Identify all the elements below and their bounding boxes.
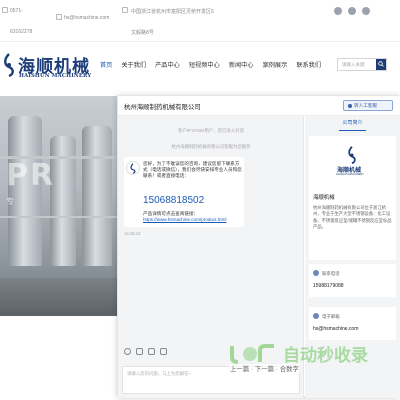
weibo-icon[interactable] [348,7,356,15]
email-icon [313,313,319,319]
contact-phone-value[interactable]: 15988179088 [313,283,344,289]
search-button[interactable] [376,59,386,70]
company-name: 海顺机械 [313,195,335,201]
hero-title: PR [6,158,56,193]
company-card: 海顺机械 HAISHUN MACHINERY 海顺机械 杭州海顺制药机械有限公司… [309,136,396,260]
transfer-human-button[interactable]: 转人工客服 [343,100,393,111]
hero-subtitle: 专 [6,197,14,206]
search-icon [378,61,384,67]
location-icon [122,7,128,13]
tab-underline [339,130,366,131]
haishun-logo-icon[interactable] [2,53,16,77]
watermark-logo-icon [230,344,274,364]
agent-avatar [126,161,140,175]
message-time: 15:46:23 [124,231,141,236]
email-text[interactable]: hs@hsmachine.com [64,15,109,21]
social-icons [334,7,370,15]
qq-icon[interactable] [362,7,370,15]
email-label: 电子邮箱 [322,314,340,319]
company-logo-en: HAISHUN MACHINERY [336,173,364,176]
nav-home[interactable]: 首页 [100,60,112,69]
transfer-human-label: 转人工客服 [354,103,377,108]
main-nav: 首页 关于我们 产品中心 短视频中心 新闻中心 案例展示 联系我们 [100,60,330,69]
phone-icon [313,270,319,276]
site-header: 海顺机械 HAISHUN MACHINERY 首页 关于我们 产品中心 短视频中… [0,42,400,96]
email-card: 电子邮箱 hs@hsmachine.com [309,307,396,340]
address-line-1: 中国浙江省杭州市富阳区灵桥开发区5 [131,9,214,15]
contact-phone-card: 联系电话 15988179088 [309,264,396,297]
logo-en: HAISHUN MACHINERY [19,73,92,79]
nav-videos[interactable]: 短视频中心 [189,60,220,69]
wechat-icon[interactable] [334,7,342,15]
search-box [337,58,387,71]
chat-toolbar [124,348,167,355]
system-message: 客户IP:67684用户，您已进入对话 [178,128,244,133]
message-phone[interactable]: 15068818502 [143,195,204,206]
screenshot-icon[interactable] [160,348,167,355]
nav-news[interactable]: 新闻中心 [229,60,254,69]
nav-about[interactable]: 关于我们 [121,60,146,69]
pipe [0,216,120,218]
page: 0571- 63162278 hs@hsmachine.com 中国浙江省杭州市… [0,0,400,400]
contact-bar: 0571- 63162278 hs@hsmachine.com 中国浙江省杭州市… [0,0,400,42]
emoji-icon[interactable] [124,348,131,355]
contact-phone-label: 联系电话 [322,271,340,276]
nav-cases[interactable]: 案例展示 [263,60,288,69]
image-icon[interactable] [136,348,143,355]
company-description: 杭州海顺制药机械有限公司位于浙江杭州，专业于生产大型不锈钢设备：化工设备、不锈钢… [313,205,392,229]
watermark-text: 自动秒收录 [283,346,368,366]
nav-contact[interactable]: 联系我们 [296,60,321,69]
phone-prefix: 0571- [10,8,23,14]
chat-title: 杭州海顺制药机械有限公司 [124,104,201,111]
chat-header: 杭州海顺制药机械有限公司 转人工客服 [118,96,400,116]
file-icon[interactable] [148,348,155,355]
phone-number: 63162278 [10,29,33,35]
address-line-2: 文毅路8号 [131,30,154,36]
system-message: 杭州海顺制药机械有限公司客服为您服务 [171,144,251,149]
company-logo-icon [348,146,356,164]
nav-products[interactable]: 产品中心 [155,60,180,69]
watermark-nav: 上一篇 · 下一篇 · 合数字 [229,364,300,373]
phone-icon [2,7,8,13]
tank-image [82,126,112,266]
tab-label: 公司简介 [342,120,363,126]
email-icon [56,14,62,20]
agent-icon [348,103,352,108]
email-value[interactable]: hs@hsmachine.com [313,326,358,332]
message-text: 您好，为了不耽误您的咨询，建议您留下联系方式（电话或微信），我们会尽快安排专业人… [143,161,242,179]
search-input[interactable] [338,59,378,70]
product-link[interactable]: https://www.hsmachine.com/product.html [143,217,227,222]
tab-company-intro[interactable]: 公司简介 [305,116,400,132]
